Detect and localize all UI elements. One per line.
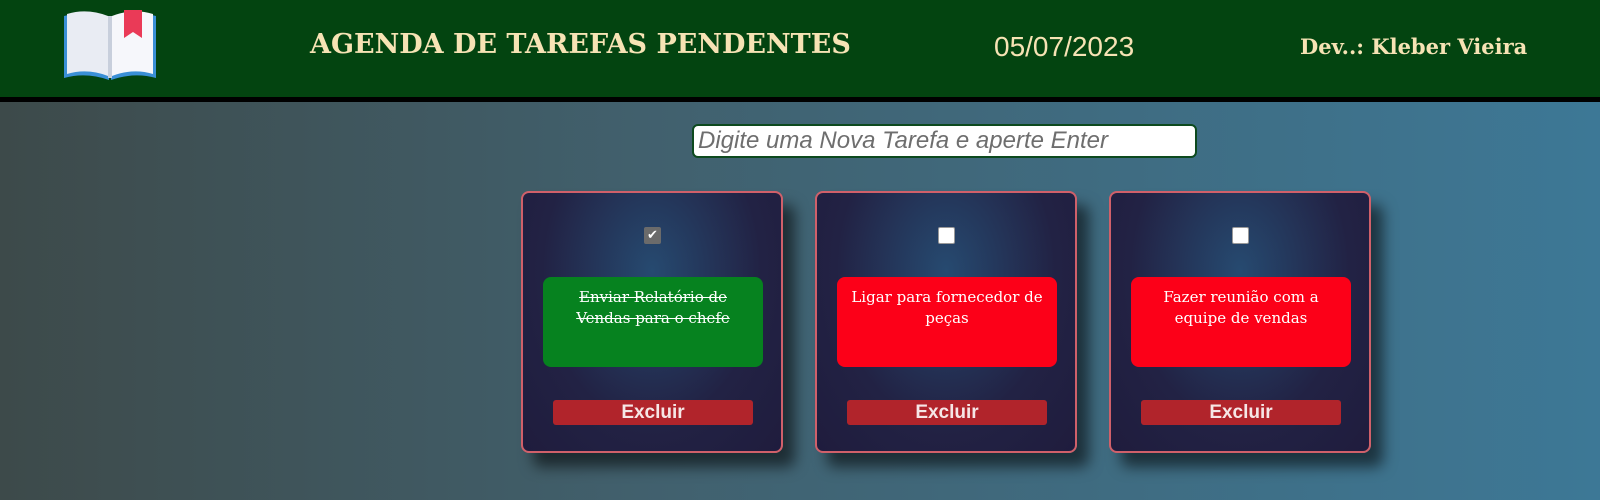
task-card: Ligar para fornecedor de peças Excluir xyxy=(815,191,1077,453)
current-date: 05/07/2023 xyxy=(994,31,1135,62)
page-title: AGENDA DE TAREFAS PENDENTES xyxy=(310,29,851,60)
task-text: Fazer reunião com a equipe de vendas xyxy=(1131,277,1351,367)
task-checkbox[interactable] xyxy=(938,227,955,244)
task-card: Fazer reunião com a equipe de vendas Exc… xyxy=(1109,191,1371,453)
open-book-icon xyxy=(64,10,156,80)
task-text: Enviar Relatório de Vendas para o chefe xyxy=(543,277,763,367)
app-header: AGENDA DE TAREFAS PENDENTES 05/07/2023 D… xyxy=(0,0,1600,102)
delete-task-button[interactable]: Excluir xyxy=(553,400,753,425)
task-checkbox[interactable]: ✔ xyxy=(644,227,661,244)
task-text: Ligar para fornecedor de peças xyxy=(837,277,1057,367)
task-checkbox[interactable] xyxy=(1232,227,1249,244)
new-task-input[interactable] xyxy=(692,124,1197,158)
developer-credit: Dev..: Kleber Vieira xyxy=(1300,34,1528,59)
task-card: ✔ Enviar Relatório de Vendas para o chef… xyxy=(521,191,783,453)
delete-task-button[interactable]: Excluir xyxy=(1141,400,1341,425)
delete-task-button[interactable]: Excluir xyxy=(847,400,1047,425)
